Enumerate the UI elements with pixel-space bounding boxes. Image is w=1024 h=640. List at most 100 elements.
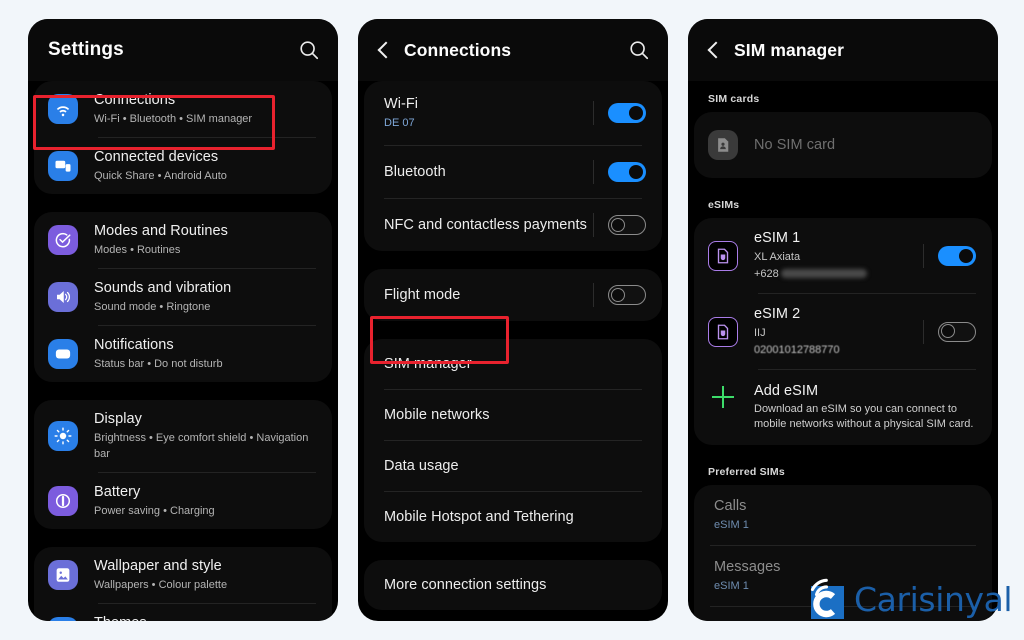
modes-check-icon <box>48 225 78 255</box>
sim-manager-list[interactable]: SIM cards No SIM card eSIMs eSIM 1 XL Ax… <box>688 81 998 621</box>
wallpaper-icon <box>48 560 78 590</box>
sidebar-item-connected-devices[interactable]: Connected devices Quick Share • Android … <box>34 138 332 194</box>
settings-list[interactable]: Connections Wi-Fi • Bluetooth • SIM mana… <box>28 81 338 621</box>
divider <box>593 213 594 237</box>
row-data-usage[interactable]: Data usage <box>364 441 662 491</box>
item-title: Calls <box>714 498 747 514</box>
item-carrier: XL Axiata <box>754 251 801 263</box>
row-mobile-hotspot-and-tethering[interactable]: Mobile Hotspot and Tethering <box>364 492 662 542</box>
esim-icon <box>708 316 738 347</box>
sim-manager-header: SIM manager <box>688 19 998 81</box>
connections-header: Connections <box>358 19 668 81</box>
settings-group-2: Modes and Routines Modes • Routines Soun… <box>34 212 332 382</box>
item-title: Mobile Hotspot and Tethering <box>384 508 574 525</box>
item-title: Display <box>94 411 142 427</box>
item-title: Battery <box>94 484 141 500</box>
row-wifi[interactable]: Wi-Fi DE 07 <box>364 81 662 145</box>
row-more-connection-settings[interactable]: More connection settings <box>364 560 662 610</box>
toggle-wifi[interactable] <box>608 103 646 123</box>
sidebar-item-battery[interactable]: Battery Power saving • Charging <box>34 473 332 529</box>
toggle-flight-mode[interactable] <box>608 285 646 305</box>
toggle-esim-2[interactable] <box>938 321 976 342</box>
row-nfc[interactable]: NFC and contactless payments <box>364 199 662 251</box>
item-title: No SIM card <box>754 136 836 153</box>
row-esim-1[interactable]: eSIM 1 XL Axiata +628 <box>694 218 992 293</box>
search-icon[interactable] <box>298 39 320 61</box>
item-title: Bluetooth <box>384 163 446 180</box>
row-add-esim[interactable]: Add eSIM Download an eSIM so you can con… <box>694 370 992 445</box>
settings-group-1: Connections Wi-Fi • Bluetooth • SIM mana… <box>34 81 332 194</box>
connections-group-4: More connection settings <box>364 560 662 610</box>
connections-list[interactable]: Wi-Fi DE 07 Bluetooth NFC and contactles… <box>358 81 668 621</box>
item-title: Flight mode <box>384 286 461 303</box>
sidebar-item-display[interactable]: Display Brightness • Eye comfort shield … <box>34 400 332 472</box>
item-subtitle: Status bar • Do not disturb <box>94 358 223 370</box>
group-gap <box>28 391 338 400</box>
group-gap <box>28 538 338 547</box>
page-title: Settings <box>48 39 124 60</box>
notification-icon <box>48 339 78 369</box>
row-no-sim-card: No SIM card <box>694 112 992 178</box>
sidebar-item-notifications[interactable]: Notifications Status bar • Do not distur… <box>34 326 332 382</box>
row-sim-manager[interactable]: SIM manager <box>364 339 662 389</box>
settings-panel: Settings Connections Wi-Fi • Bluetooth •… <box>28 19 338 621</box>
sidebar-item-sounds-and-vibration[interactable]: Sounds and vibration Sound mode • Ringto… <box>34 269 332 325</box>
page-title: SIM manager <box>734 39 845 60</box>
item-subtitle: Modes • Routines <box>94 244 181 256</box>
toggle-bluetooth[interactable] <box>608 162 646 182</box>
row-preferred-calls[interactable]: Calls eSIM 1 <box>694 485 992 545</box>
item-subtitle: Wallpapers • Colour palette <box>94 579 228 591</box>
item-description: Download an eSIM so you can connect to m… <box>754 403 974 430</box>
item-title: Sounds and vibration <box>94 280 232 296</box>
themes-brush-icon <box>48 617 78 621</box>
item-title: Wi-Fi <box>384 96 419 112</box>
screenshot-stage: Settings Connections Wi-Fi • Bluetooth •… <box>0 0 1024 640</box>
redacted-number-bar <box>780 269 867 278</box>
item-title: Wallpaper and style <box>94 558 222 574</box>
sidebar-item-connections[interactable]: Connections Wi-Fi • Bluetooth • SIM mana… <box>34 81 332 137</box>
group-gap <box>358 330 668 339</box>
item-subtitle: Quick Share • Android Auto <box>94 170 227 182</box>
wifi-icon <box>48 94 78 124</box>
settings-group-4: Wallpaper and style Wallpapers • Colour … <box>34 547 332 621</box>
item-number: +628 <box>754 266 923 282</box>
sim-cards-card: No SIM card <box>694 112 992 178</box>
sim-manager-panel: SIM manager SIM cards No SIM card eSIMs … <box>688 19 998 621</box>
sidebar-item-themes[interactable]: Themes Themes • Wallpapers • Icons <box>34 604 332 621</box>
item-title: Connected devices <box>94 149 219 165</box>
item-carrier: IIJ <box>754 327 766 339</box>
watermark: Carisinyal <box>800 575 1013 623</box>
connections-panel: Connections Wi-Fi DE 07 Bluetooth NFC an… <box>358 19 668 621</box>
toggle-nfc[interactable] <box>608 215 646 235</box>
item-title: Data usage <box>384 457 459 474</box>
group-gap <box>358 551 668 560</box>
group-gap <box>358 260 668 269</box>
item-title: Modes and Routines <box>94 223 228 239</box>
divider <box>593 160 594 184</box>
divider <box>593 101 594 125</box>
brightness-icon <box>48 421 78 451</box>
sidebar-item-modes-and-routines[interactable]: Modes and Routines Modes • Routines <box>34 212 332 268</box>
row-bluetooth[interactable]: Bluetooth <box>364 146 662 198</box>
toggle-esim-1[interactable] <box>938 245 976 266</box>
search-icon[interactable] <box>628 39 650 61</box>
esims-card: eSIM 1 XL Axiata +628 eSIM 2 IIJ 0200101… <box>694 218 992 445</box>
group-gap <box>358 619 668 621</box>
watermark-text: Carisinyal <box>854 579 1013 619</box>
item-title: More connection settings <box>384 576 547 593</box>
back-chevron-icon[interactable] <box>707 41 725 59</box>
settings-header: Settings <box>28 19 338 81</box>
divider <box>593 283 594 307</box>
row-mobile-networks[interactable]: Mobile networks <box>364 390 662 440</box>
speaker-icon <box>48 282 78 312</box>
page-title: Connections <box>404 39 512 60</box>
item-value: eSIM 1 <box>714 519 749 531</box>
row-flight-mode[interactable]: Flight mode <box>364 269 662 321</box>
item-title: Add eSIM <box>754 383 819 399</box>
sidebar-item-wallpaper-and-style[interactable]: Wallpaper and style Wallpapers • Colour … <box>34 547 332 603</box>
sim-card-empty-icon <box>708 130 738 160</box>
item-title: SIM manager <box>384 355 472 372</box>
section-label-sim-cards: SIM cards <box>708 93 760 105</box>
row-esim-2[interactable]: eSIM 2 IIJ 02001012788770 <box>694 294 992 369</box>
back-chevron-icon[interactable] <box>377 41 395 59</box>
